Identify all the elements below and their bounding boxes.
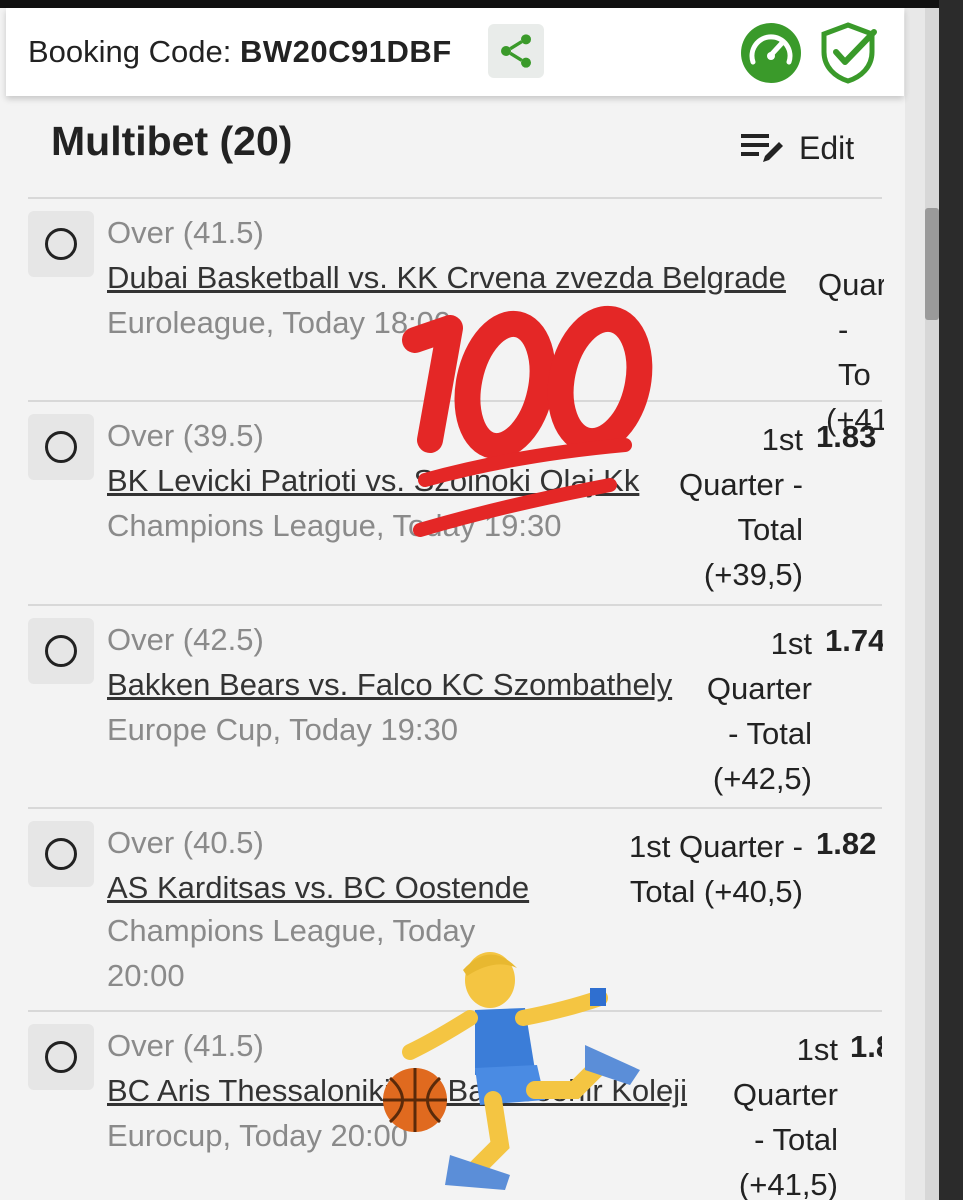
market-line: - Total [728,716,812,751]
bet-radio-button[interactable] [28,821,94,887]
market-line: 1st [770,626,812,661]
radio-circle-icon [45,228,77,260]
market-line: 1st [796,1032,838,1067]
shield-button[interactable] [818,22,878,84]
market-line: Quarter - [678,467,803,502]
bet-selection: Over (41.5) [107,215,264,250]
bet-radio-button[interactable] [28,618,94,684]
edit-button[interactable]: Edit [739,128,854,168]
speedometer-icon [741,23,801,83]
bet-odds: 1.82 [816,826,877,861]
market-line: Quarter [706,671,812,706]
booking-label-text: Booking Code: [28,34,240,69]
hundred-points-emoji [402,305,653,537]
betslip-title: Multibet (20) [51,118,293,164]
share-button[interactable] [488,24,544,78]
bet-market: 1st Quarter - Total (+41,5) [718,1027,838,1200]
bet-match-link[interactable]: Bakken Bears vs. Falco KC Szombathely [107,667,672,703]
bet-odds: 1.83 [816,419,877,454]
bet-radio-button[interactable] [28,1024,94,1090]
shield-check-icon [821,22,877,84]
window-edge [939,0,963,1200]
bet-league: Europe Cup, Today 19:30 [107,712,459,747]
market-line: - Total [754,1122,838,1157]
speedometer-button[interactable] [740,22,802,84]
bet-selection: Over (42.5) [107,622,264,657]
market-line: - To [838,312,871,392]
radio-circle-icon [45,635,77,667]
basketball-player-emoji [383,952,640,1190]
share-icon [501,34,531,68]
bet-radio-button[interactable] [28,414,94,480]
market-line: 1st [761,422,803,457]
bet-match-link[interactable]: AS Karditsas vs. BC Oostende [107,870,529,906]
market-line: Quar [818,267,884,302]
market-line: Quarter [732,1077,838,1112]
bet-market: 1st Quarter - Total (+40,5) [588,824,803,914]
market-line: 1st Quarter - [629,829,803,864]
edit-list-icon [741,134,783,162]
bet-market: 1st Quarter - Total (+42,5) [678,621,812,801]
bet-market: 1st Quarter - Total (+39,5) [668,417,803,597]
market-line: (+39,5) [703,557,803,592]
scrollbar-thumb[interactable] [925,208,939,320]
bet-league: Eurocup, Today 20:00 [107,1118,409,1153]
scrollbar-track[interactable] [925,8,939,1200]
market-line: Total [737,512,803,547]
radio-circle-icon [45,1041,77,1073]
booking-code-value[interactable]: BW20C91DBF [240,34,452,69]
bet-radio-button[interactable] [28,211,94,277]
bet-selection: Over (39.5) [107,418,264,453]
radio-circle-icon [45,431,77,463]
booking-header: Booking Code: BW20C91DBF [6,8,904,96]
bet-selection: Over (41.5) [107,1028,264,1063]
market-line: (+42,5) [712,761,812,796]
booking-code-label: Booking Code: BW20C91DBF [28,34,452,70]
edit-label: Edit [799,129,855,166]
market-line: (+41,5) [738,1167,838,1200]
market-line: Total (+40,5) [629,874,803,909]
bet-selection: Over (40.5) [107,825,264,860]
bet-odds: 1.74 [825,623,883,658]
bet-row: Over (42.5) Bakken Bears vs. Falco KC Sz… [28,604,883,808]
radio-circle-icon [45,838,77,870]
bet-odds: 1.8 [850,1029,882,1064]
top-edge [0,0,963,8]
